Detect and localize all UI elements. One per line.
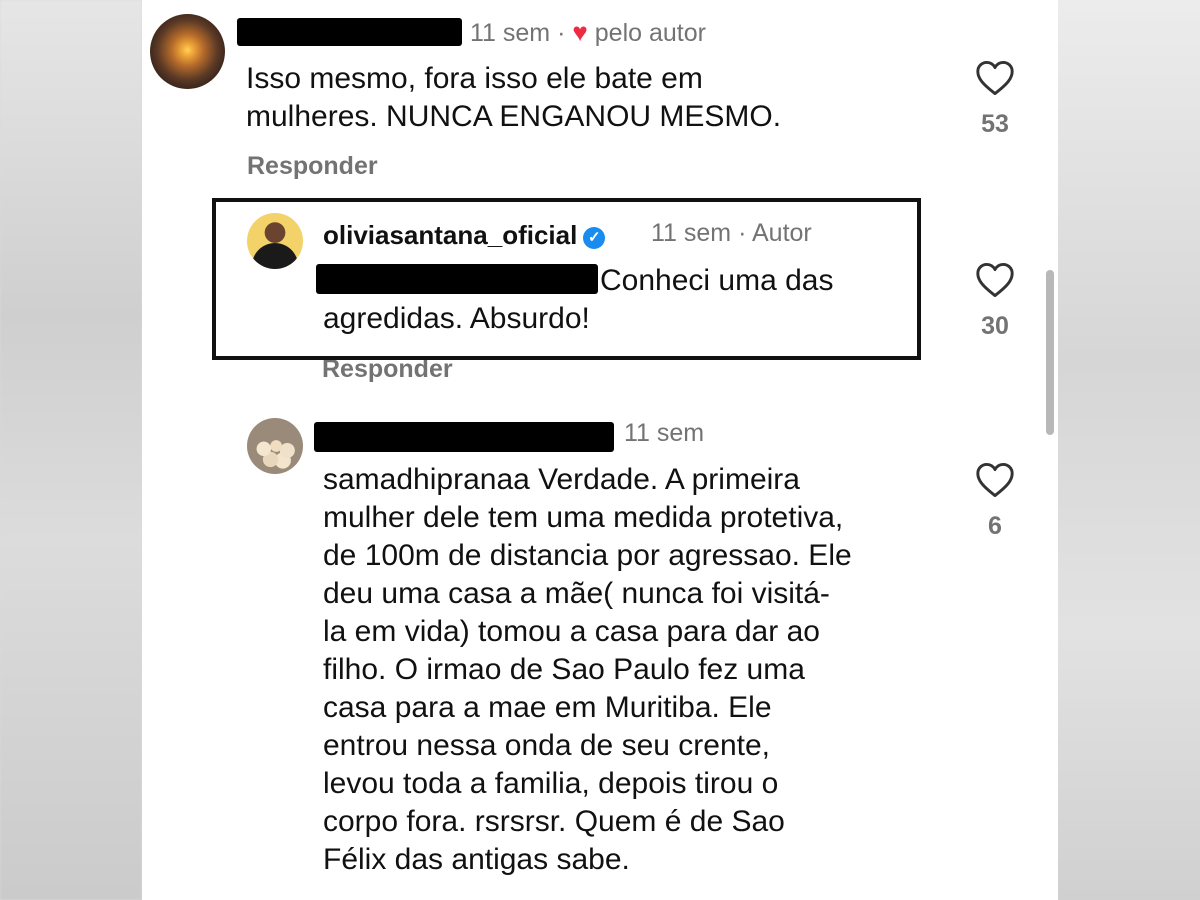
comment-text-line: Félix das antigas sabe. <box>323 843 630 876</box>
comment-text-line: agredidas. Absurdo! <box>323 302 590 335</box>
like-count: 30 <box>981 312 1009 340</box>
separator-dot: · <box>557 19 573 47</box>
comment-text-line: Isso mesmo, fora isso ele bate em <box>246 62 703 95</box>
scrollbar[interactable] <box>1046 270 1054 435</box>
heart-filled-icon: ♥ <box>572 17 588 47</box>
comment-text-line: la em vida) tomou a casa para dar ao <box>323 615 820 648</box>
username-text[interactable]: oliviasantana_oficial <box>323 220 577 250</box>
comment-text: samadhipranaa Verdade. A primeira mulher… <box>323 461 852 879</box>
like-button[interactable]: 6 <box>965 462 1025 541</box>
heart-outline-icon[interactable] <box>975 462 1015 498</box>
comment-meta: 11 sem · Autor <box>651 219 812 248</box>
comment-text-line: levou toda a familia, depois tirou o <box>323 767 779 800</box>
background-right <box>1058 0 1200 900</box>
comment-text: Conheci uma das agredidas. Absurdo! <box>323 262 833 338</box>
comment-text-line: corpo fora. rsrsrsr. Quem é de Sao <box>323 805 785 838</box>
comment-text-line: de 100m de distancia por agressao. Ele <box>323 539 852 572</box>
author-role-label: Autor <box>752 219 812 247</box>
comment-text-line: Conheci uma das <box>600 264 834 297</box>
background-left <box>0 0 142 900</box>
avatar[interactable] <box>150 14 225 89</box>
comment-text-line: mulher dele tem uma medida protetiva, <box>323 501 844 534</box>
avatar[interactable] <box>247 418 303 474</box>
separator-dot: · <box>738 219 752 247</box>
comment-text-line: deu uma casa a mãe( nunca foi visitá- <box>323 577 830 610</box>
like-count: 53 <box>981 110 1009 138</box>
comment-text-line: entrou nessa onda de seu crente, <box>323 729 770 762</box>
redacted-username <box>314 422 614 452</box>
like-button[interactable]: 53 <box>965 60 1025 139</box>
comment-username[interactable]: oliviasantana_oficial ✓ <box>323 220 607 251</box>
reply-button[interactable]: Responder <box>247 152 378 181</box>
comment-text-line: mulheres. NUNCA ENGANOU MESMO. <box>246 100 782 133</box>
like-button[interactable]: 30 <box>965 262 1025 341</box>
comment-time: 11 sem <box>651 219 732 247</box>
redacted-username <box>237 18 462 46</box>
liked-by-author-label: pelo autor <box>594 19 706 47</box>
avatar[interactable] <box>247 213 303 269</box>
comment-meta: 11 sem · ♥ pelo autor <box>470 17 706 48</box>
comment-text-line: samadhipranaa Verdade. A primeira <box>323 463 800 496</box>
comment-time: 11 sem <box>624 419 705 447</box>
comment-text-line: filho. O irmao de Sao Paulo fez uma <box>323 653 805 686</box>
heart-outline-icon[interactable] <box>975 262 1015 298</box>
comment-text-line: casa para a mae em Muritiba. Ele <box>323 691 772 724</box>
comment-time: 11 sem <box>470 19 551 47</box>
like-count: 6 <box>988 512 1002 540</box>
verified-badge-icon: ✓ <box>583 227 606 249</box>
heart-outline-icon[interactable] <box>975 60 1015 96</box>
comment-text: Isso mesmo, fora isso ele bate em mulher… <box>246 60 781 136</box>
